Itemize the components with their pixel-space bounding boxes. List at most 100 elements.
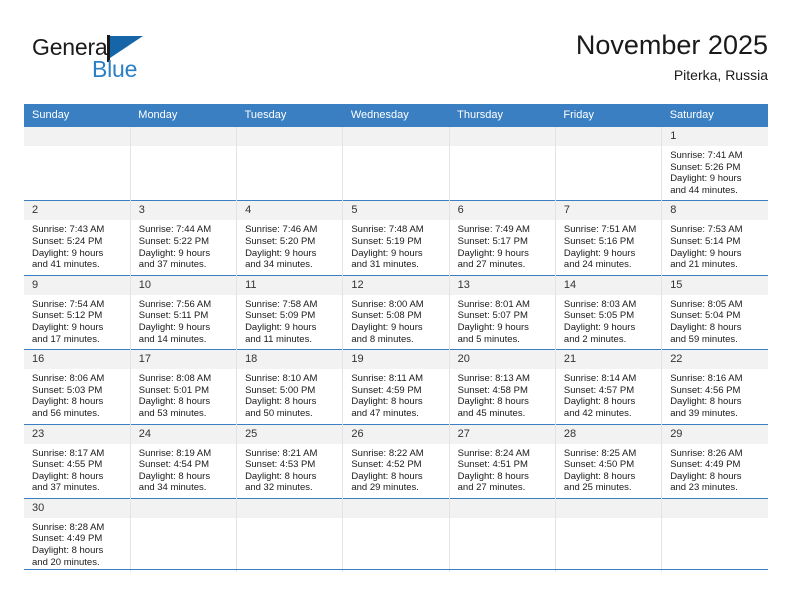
calendar-day-cell[interactable]: 12 Sunrise: 8:00 AM Sunset: 5:08 PM Dayligh…: [342, 274, 450, 350]
calendar-page: General Blue November 2025 Piterka, Russ…: [0, 0, 792, 612]
daylight-text-line2: and 37 minutes.: [138, 259, 207, 271]
daylight-text-line1: Daylight: 9 hours: [563, 247, 636, 259]
calendar-day-cell[interactable]: 3 Sunrise: 7:44 AM Sunset: 5:22 PM Daylight…: [129, 200, 238, 276]
calendar-day-cell[interactable]: 7 Sunrise: 7:51 AM Sunset: 5:16 PM Daylight…: [554, 200, 663, 276]
calendar-day-cell[interactable]: 15 Sunrise: 8:05 AM Sunset: 5:04 PM Dayligh…: [661, 274, 768, 350]
calendar-day-cell[interactable]: 17 Sunrise: 8:08 AM Sunset: 5:01 PM Dayligh…: [129, 349, 238, 424]
day-number: 22: [662, 350, 768, 370]
day-details: Sunrise: 7:44 AM Sunset: 5:22 PM Daylight:…: [131, 220, 236, 274]
daylight-text-line2: and 59 minutes.: [670, 333, 738, 345]
sunrise-text: Sunrise: 8:00 AM: [351, 298, 424, 310]
calendar-day-cell[interactable]: 18 Sunrise: 8:10 AM Sunset: 5:00 PM Dayligh…: [236, 349, 344, 424]
calendar-day-cell[interactable]: 21 Sunrise: 8:14 AM Sunset: 4:57 PM Dayligh…: [554, 349, 663, 424]
day-number: [662, 498, 768, 518]
daylight-text-line1: Daylight: 8 hours: [32, 396, 104, 408]
daylight-text-line1: Daylight: 8 hours: [32, 545, 104, 557]
sunrise-text: Sunrise: 8:01 AM: [457, 298, 530, 310]
day-number: 20: [449, 350, 555, 370]
calendar-day-cell[interactable]: 27 Sunrise: 8:24 AM Sunset: 4:51 PM Dayligh…: [448, 423, 556, 499]
page-title: November 2025: [575, 30, 768, 60]
day-details: Sunrise: 7:54 AM Sunset: 5:12 PM Daylight:…: [24, 295, 130, 349]
sunset-text: Sunset: 4:54 PM: [138, 459, 210, 471]
day-details: Sunrise: 8:28 AM Sunset: 4:49 PM Daylight:…: [24, 518, 130, 572]
sunset-text: Sunset: 5:12 PM: [32, 310, 103, 322]
daylight-text-line2: and 27 minutes.: [457, 259, 526, 271]
sunset-text: Sunset: 4:49 PM: [32, 533, 103, 545]
daylight-text-line1: Daylight: 9 hours: [457, 321, 529, 333]
day-number: [555, 127, 662, 146]
daylight-text-line1: Daylight: 8 hours: [245, 470, 317, 482]
daylight-text-line2: and 14 minutes.: [138, 333, 207, 345]
day-number: 25: [237, 424, 343, 444]
sunset-text: Sunset: 5:24 PM: [32, 235, 103, 247]
daylight-text-line1: Daylight: 8 hours: [457, 396, 529, 408]
sunset-text: Sunset: 5:19 PM: [351, 235, 422, 247]
calendar-day-cell[interactable]: 6 Sunrise: 7:49 AM Sunset: 5:17 PM Daylight…: [448, 200, 556, 276]
day-details: Sunrise: 7:58 AM Sunset: 5:09 PM Daylight:…: [237, 295, 342, 349]
daylight-text-line1: Daylight: 8 hours: [457, 470, 529, 482]
calendar-day-cell[interactable]: 22 Sunrise: 8:16 AM Sunset: 4:56 PM Dayligh…: [661, 349, 768, 424]
calendar-day-cell[interactable]: 2 Sunrise: 7:43 AM Sunset: 5:24 PM Daylight…: [24, 200, 131, 276]
calendar-day-cell[interactable]: 11 Sunrise: 7:58 AM Sunset: 5:09 PM Dayligh…: [236, 274, 344, 350]
day-number: 4: [237, 201, 343, 221]
day-details: Sunrise: 8:03 AM Sunset: 5:05 PM Daylight:…: [556, 295, 661, 349]
calendar-cell-empty: [448, 127, 556, 201]
calendar-day-cell[interactable]: 19 Sunrise: 8:11 AM Sunset: 4:59 PM Dayligh…: [342, 349, 450, 424]
sunrise-text: Sunrise: 8:28 AM: [32, 521, 105, 533]
calendar-day-cell[interactable]: 8 Sunrise: 7:53 AM Sunset: 5:14 PM Daylight…: [661, 200, 768, 276]
calendar-cell-empty: [342, 497, 450, 573]
sunset-text: Sunset: 5:03 PM: [32, 384, 103, 396]
calendar-day-cell[interactable]: 14 Sunrise: 8:03 AM Sunset: 5:05 PM Dayligh…: [554, 274, 663, 350]
sunrise-text: Sunrise: 7:46 AM: [245, 224, 318, 236]
calendar-day-cell[interactable]: 16 Sunrise: 8:06 AM Sunset: 5:03 PM Dayligh…: [24, 349, 131, 424]
day-number: 8: [662, 201, 768, 221]
daylight-text-line1: Daylight: 8 hours: [351, 396, 423, 408]
day-number: 19: [343, 350, 449, 370]
day-details: Sunrise: 7:46 AM Sunset: 5:20 PM Daylight:…: [237, 220, 342, 274]
sunrise-text: Sunrise: 8:25 AM: [563, 447, 637, 459]
weekday-header-thursday: Thursday: [449, 104, 556, 127]
calendar-day-cell[interactable]: 13 Sunrise: 8:01 AM Sunset: 5:07 PM Dayligh…: [448, 274, 556, 350]
daylight-text-line1: Daylight: 9 hours: [457, 247, 529, 259]
sunset-text: Sunset: 5:22 PM: [138, 235, 210, 247]
day-details: Sunrise: 7:51 AM Sunset: 5:16 PM Daylight:…: [556, 220, 661, 274]
day-number: 27: [449, 424, 555, 444]
day-number: 29: [662, 424, 768, 444]
calendar-day-cell[interactable]: 1 Sunrise: 7:41 AM Sunset: 5:26 PM Daylight…: [661, 127, 768, 201]
day-number: 13: [449, 275, 555, 295]
day-details: Sunrise: 8:24 AM Sunset: 4:51 PM Daylight:…: [450, 444, 555, 498]
calendar-day-cell[interactable]: 24 Sunrise: 8:19 AM Sunset: 4:54 PM Dayligh…: [129, 423, 238, 499]
calendar-day-cell[interactable]: 10 Sunrise: 7:56 AM Sunset: 5:11 PM Dayligh…: [129, 274, 238, 350]
day-number: 2: [24, 201, 130, 221]
calendar-grid: Sunday Monday Tuesday Wednesday Thursday…: [24, 104, 768, 573]
calendar-week-row: 30 Sunrise: 8:28 AM Sunset: 4:49 PM Dayligh…: [24, 497, 768, 573]
sunset-text: Sunset: 5:05 PM: [563, 310, 635, 322]
calendar-day-cell[interactable]: 29 Sunrise: 8:26 AM Sunset: 4:49 PM Dayligh…: [661, 423, 768, 499]
sunrise-text: Sunrise: 8:13 AM: [457, 373, 530, 385]
calendar-day-cell[interactable]: 28 Sunrise: 8:25 AM Sunset: 4:50 PM Dayligh…: [554, 423, 663, 499]
sunset-text: Sunset: 5:00 PM: [245, 384, 316, 396]
daylight-text-line1: Daylight: 8 hours: [670, 396, 742, 408]
daylight-text-line1: Daylight: 8 hours: [670, 321, 742, 333]
sunset-text: Sunset: 4:57 PM: [563, 384, 635, 396]
calendar-day-cell[interactable]: 23 Sunrise: 8:17 AM Sunset: 4:55 PM Dayligh…: [24, 423, 131, 499]
calendar-day-cell[interactable]: 26 Sunrise: 8:22 AM Sunset: 4:52 PM Dayligh…: [342, 423, 450, 499]
sunset-text: Sunset: 5:07 PM: [457, 310, 528, 322]
general-blue-logo[interactable]: General Blue: [32, 34, 252, 94]
day-number: 21: [555, 350, 662, 370]
calendar-day-cell[interactable]: 5 Sunrise: 7:48 AM Sunset: 5:19 PM Daylight…: [342, 200, 450, 276]
calendar-day-cell[interactable]: 30 Sunrise: 8:28 AM Sunset: 4:49 PM Dayligh…: [24, 497, 131, 573]
sunset-text: Sunset: 4:58 PM: [457, 384, 528, 396]
calendar-day-cell[interactable]: 20 Sunrise: 8:13 AM Sunset: 4:58 PM Dayligh…: [448, 349, 556, 424]
calendar-day-cell[interactable]: 9 Sunrise: 7:54 AM Sunset: 5:12 PM Daylight…: [24, 274, 131, 350]
calendar-day-cell[interactable]: 25 Sunrise: 8:21 AM Sunset: 4:53 PM Dayligh…: [236, 423, 344, 499]
day-details: Sunrise: 8:08 AM Sunset: 5:01 PM Daylight:…: [131, 369, 236, 423]
daylight-text-line2: and 39 minutes.: [670, 407, 738, 419]
sunset-text: Sunset: 5:01 PM: [138, 384, 210, 396]
day-number: 7: [555, 201, 662, 221]
sunrise-text: Sunrise: 8:03 AM: [563, 298, 637, 310]
calendar-week-row: 23 Sunrise: 8:17 AM Sunset: 4:55 PM Dayligh…: [24, 423, 768, 499]
sunset-text: Sunset: 4:56 PM: [670, 384, 741, 396]
calendar-day-cell[interactable]: 4 Sunrise: 7:46 AM Sunset: 5:20 PM Daylight…: [236, 200, 344, 276]
daylight-text-line1: Daylight: 8 hours: [138, 470, 211, 482]
